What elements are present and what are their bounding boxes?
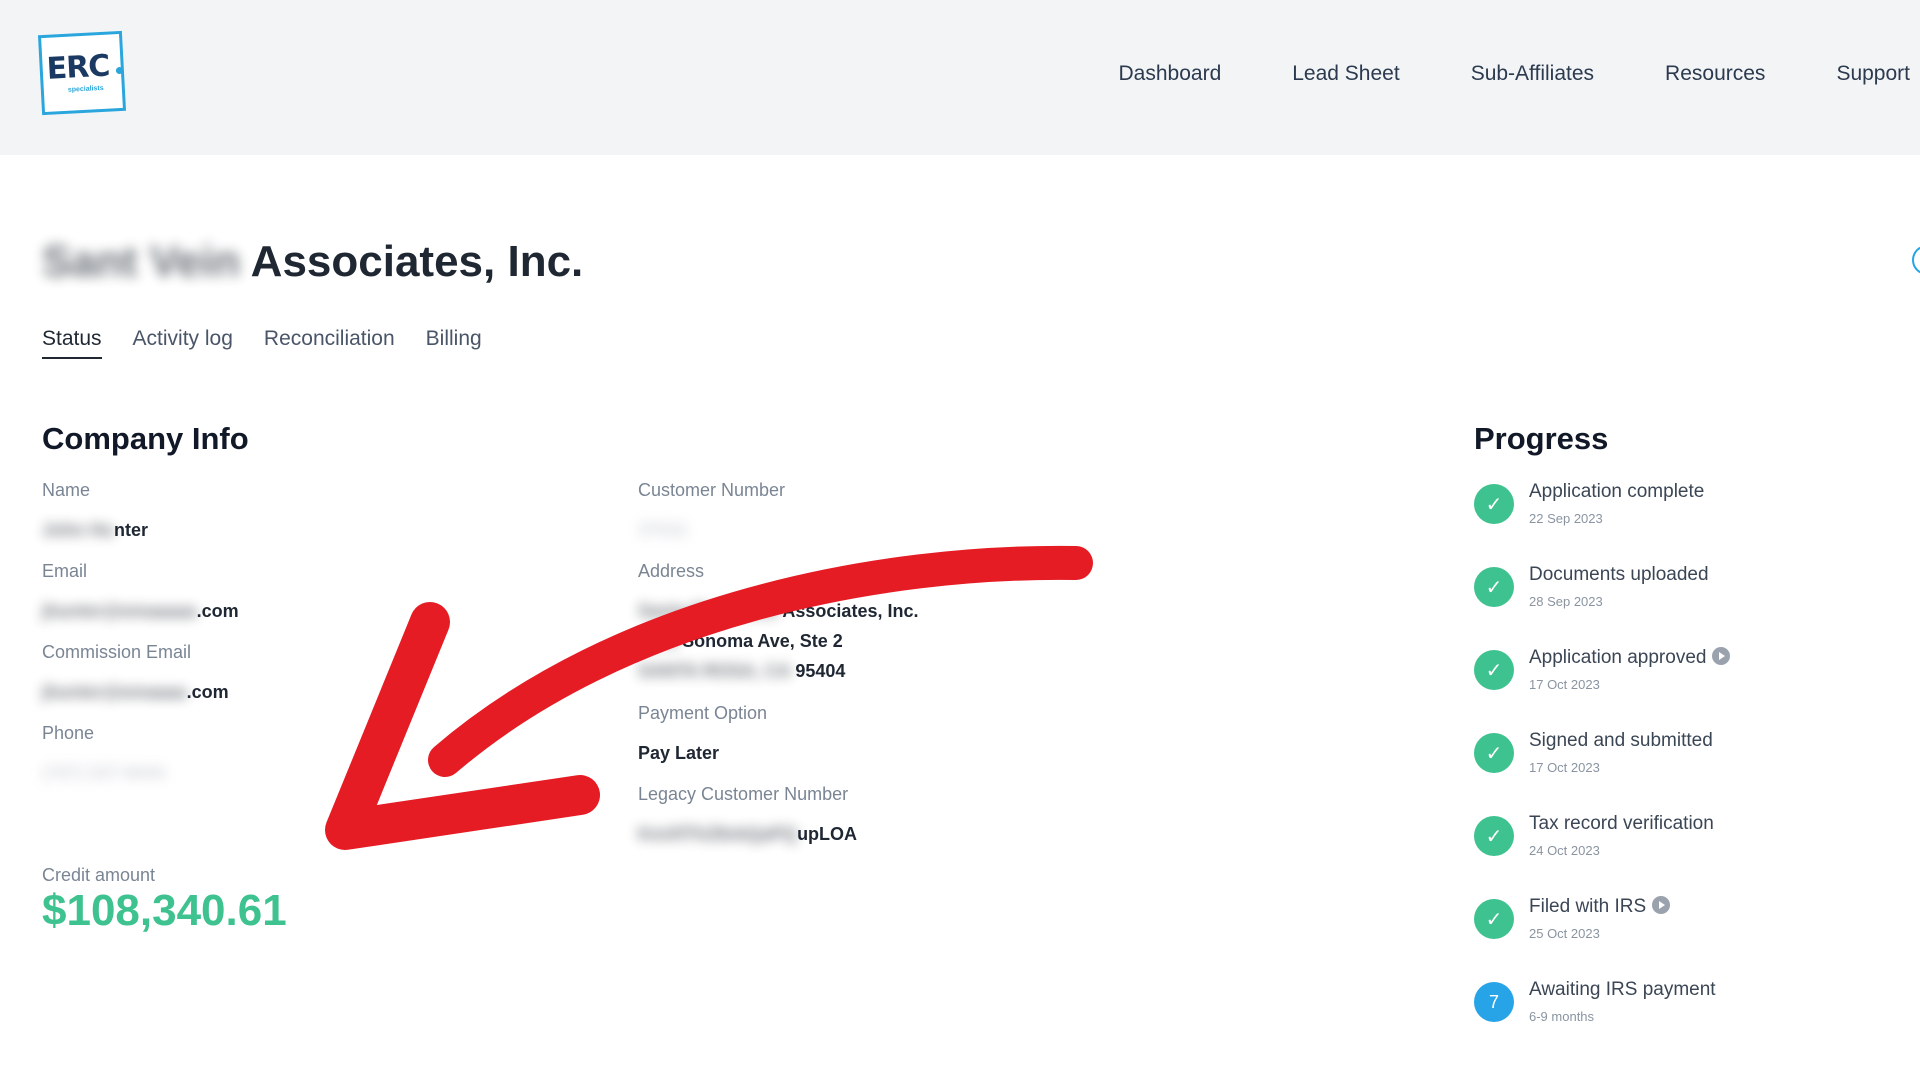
check-icon: ✓ <box>1474 899 1514 939</box>
customer-number-label: Customer Number <box>638 480 786 500</box>
step-date: 28 Sep 2023 <box>1529 594 1603 609</box>
legacy-customer-number-visible: upLOA <box>797 824 858 844</box>
name-value: John Hunter <box>42 515 148 545</box>
email-label: Email <box>42 561 88 581</box>
step-title: Signed and submitted <box>1529 730 1713 751</box>
step-date: 25 Oct 2023 <box>1529 926 1600 941</box>
check-icon: ✓ <box>1474 816 1514 856</box>
payment-option-value: Pay Later <box>638 743 720 763</box>
address-line-3: SANTA ROSA, CA 95404 <box>638 656 918 686</box>
legacy-customer-number-label: Legacy Customer Number <box>638 784 849 804</box>
redacted-text: 1144 <box>638 631 678 651</box>
page-title: Sant Vein Associates, Inc. <box>42 237 583 287</box>
tab-reconciliation[interactable]: Reconciliation <box>264 327 395 359</box>
redacted-text: John Hu <box>42 520 114 540</box>
redacted-text: jhunter@emaaaaa <box>42 601 197 621</box>
check-icon: ✓ <box>1474 567 1514 607</box>
main-nav: Dashboard Lead Sheet Sub-Affiliates Reso… <box>1048 62 1920 86</box>
step-date: 24 Oct 2023 <box>1529 843 1600 858</box>
commission-email-value-visible: .com <box>186 682 229 702</box>
address-line-2: 1144 Sonoma Ave, Ste 2 <box>638 626 918 656</box>
redacted-text: KmXf7hZ8xkQaPQ <box>638 824 798 844</box>
legacy-customer-number-field: Legacy Customer Number KmXf7hZ8xkQaPQupL… <box>638 784 857 849</box>
pending-step-badge: 7 <box>1474 982 1514 1022</box>
address-field: Address Santa Rosa Vein Associates, Inc.… <box>638 561 918 686</box>
payment-option-label: Payment Option <box>638 703 768 723</box>
nav-support[interactable]: Support <box>1836 62 1910 86</box>
commission-email-field: Commission Email jhunter@emaaaa.com <box>42 642 229 707</box>
redacted-text: Santa Rosa Vein <box>638 601 779 621</box>
logo-word: ERC <box>45 48 111 87</box>
page-title-visible: Associates, Inc. <box>250 237 584 286</box>
customer-number-value: 37531 <box>638 515 785 545</box>
step-title-wrap: Filed with IRS <box>1529 896 1671 918</box>
step-title: Documents uploaded <box>1529 564 1709 585</box>
address-line-3-visible: 95404 <box>795 661 846 681</box>
name-value-visible: nter <box>114 520 149 540</box>
commission-email-label: Commission Email <box>42 642 192 662</box>
play-circle-icon[interactable] <box>1652 896 1671 914</box>
play-circle-icon[interactable] <box>1712 647 1731 665</box>
step-date: 6-9 months <box>1529 1009 1595 1024</box>
email-value: jhunter@emaaaaa.com <box>42 596 239 626</box>
customer-number-field: Customer Number 37531 <box>638 480 785 545</box>
step-title: Filed with IRS <box>1529 896 1647 917</box>
logo-subtitle: specialists <box>67 84 104 94</box>
tab-billing[interactable]: Billing <box>426 327 482 359</box>
step-title: Application approved <box>1529 647 1707 668</box>
address-line-1-visible: Associates, Inc. <box>782 601 919 621</box>
step-date: 17 Oct 2023 <box>1529 760 1600 775</box>
step-title-wrap: Application approved <box>1529 647 1731 669</box>
tab-bar: Status Activity log Reconciliation Billi… <box>42 327 513 359</box>
step-date: 17 Oct 2023 <box>1529 677 1600 692</box>
erc-specialists-logo[interactable]: ERC specialists <box>37 30 127 116</box>
commission-email-value: jhunter@emaaaa.com <box>42 677 229 707</box>
nav-sub-affiliates[interactable]: Sub-Affiliates <box>1471 62 1594 86</box>
step-date: 22 Sep 2023 <box>1529 511 1603 526</box>
phone-label: Phone <box>42 723 95 743</box>
name-field: Name John Hunter <box>42 480 148 545</box>
redacted-text: SANTA ROSA, CA <box>638 661 791 681</box>
name-label: Name <box>42 480 91 500</box>
nav-resources[interactable]: Resources <box>1665 62 1765 86</box>
edge-circle-icon[interactable] <box>1912 245 1920 275</box>
email-value-visible: .com <box>196 601 239 621</box>
address-label: Address <box>638 561 705 581</box>
nav-dashboard[interactable]: Dashboard <box>1119 62 1222 86</box>
top-navigation-bar: ERC specialists Dashboard Lead Sheet Sub… <box>0 0 1920 155</box>
credit-amount: $108,340.61 <box>42 886 287 935</box>
legacy-customer-number-value: KmXf7hZ8xkQaPQupLOA <box>638 819 857 849</box>
phone-field: Phone (707) 537-8444 <box>42 723 165 788</box>
credit-label: Credit amount <box>42 865 156 885</box>
tab-activity-log[interactable]: Activity log <box>133 327 233 359</box>
phone-value: (707) 537-8444 <box>42 758 165 788</box>
nav-lead-sheet[interactable]: Lead Sheet <box>1292 62 1399 86</box>
redacted-text: 37531 <box>638 520 689 540</box>
company-info-heading: Company Info <box>42 421 249 456</box>
redacted-text: (707) 537-8444 <box>42 763 166 783</box>
check-icon: ✓ <box>1474 650 1514 690</box>
payment-option-field: Payment Option Pay Later <box>638 703 767 768</box>
step-title: Application complete <box>1529 481 1705 502</box>
progress-heading: Progress <box>1474 421 1609 456</box>
red-annotation-arrow-icon <box>325 545 1093 850</box>
tab-status[interactable]: Status <box>42 327 102 359</box>
page-title-redacted: Sant Vein <box>42 237 241 286</box>
logo-dot <box>115 66 124 75</box>
step-title: Tax record verification <box>1529 813 1714 834</box>
address-line-1: Santa Rosa Vein Associates, Inc. <box>638 596 918 626</box>
email-field: Email jhunter@emaaaaa.com <box>42 561 239 626</box>
step-title: Awaiting IRS payment <box>1529 979 1716 1000</box>
redacted-text: jhunter@emaaaa <box>42 682 187 702</box>
address-line-2-visible: Sonoma Ave, Ste 2 <box>682 631 843 651</box>
arrow-head <box>325 602 600 850</box>
check-icon: ✓ <box>1474 733 1514 773</box>
check-icon: ✓ <box>1474 484 1514 524</box>
